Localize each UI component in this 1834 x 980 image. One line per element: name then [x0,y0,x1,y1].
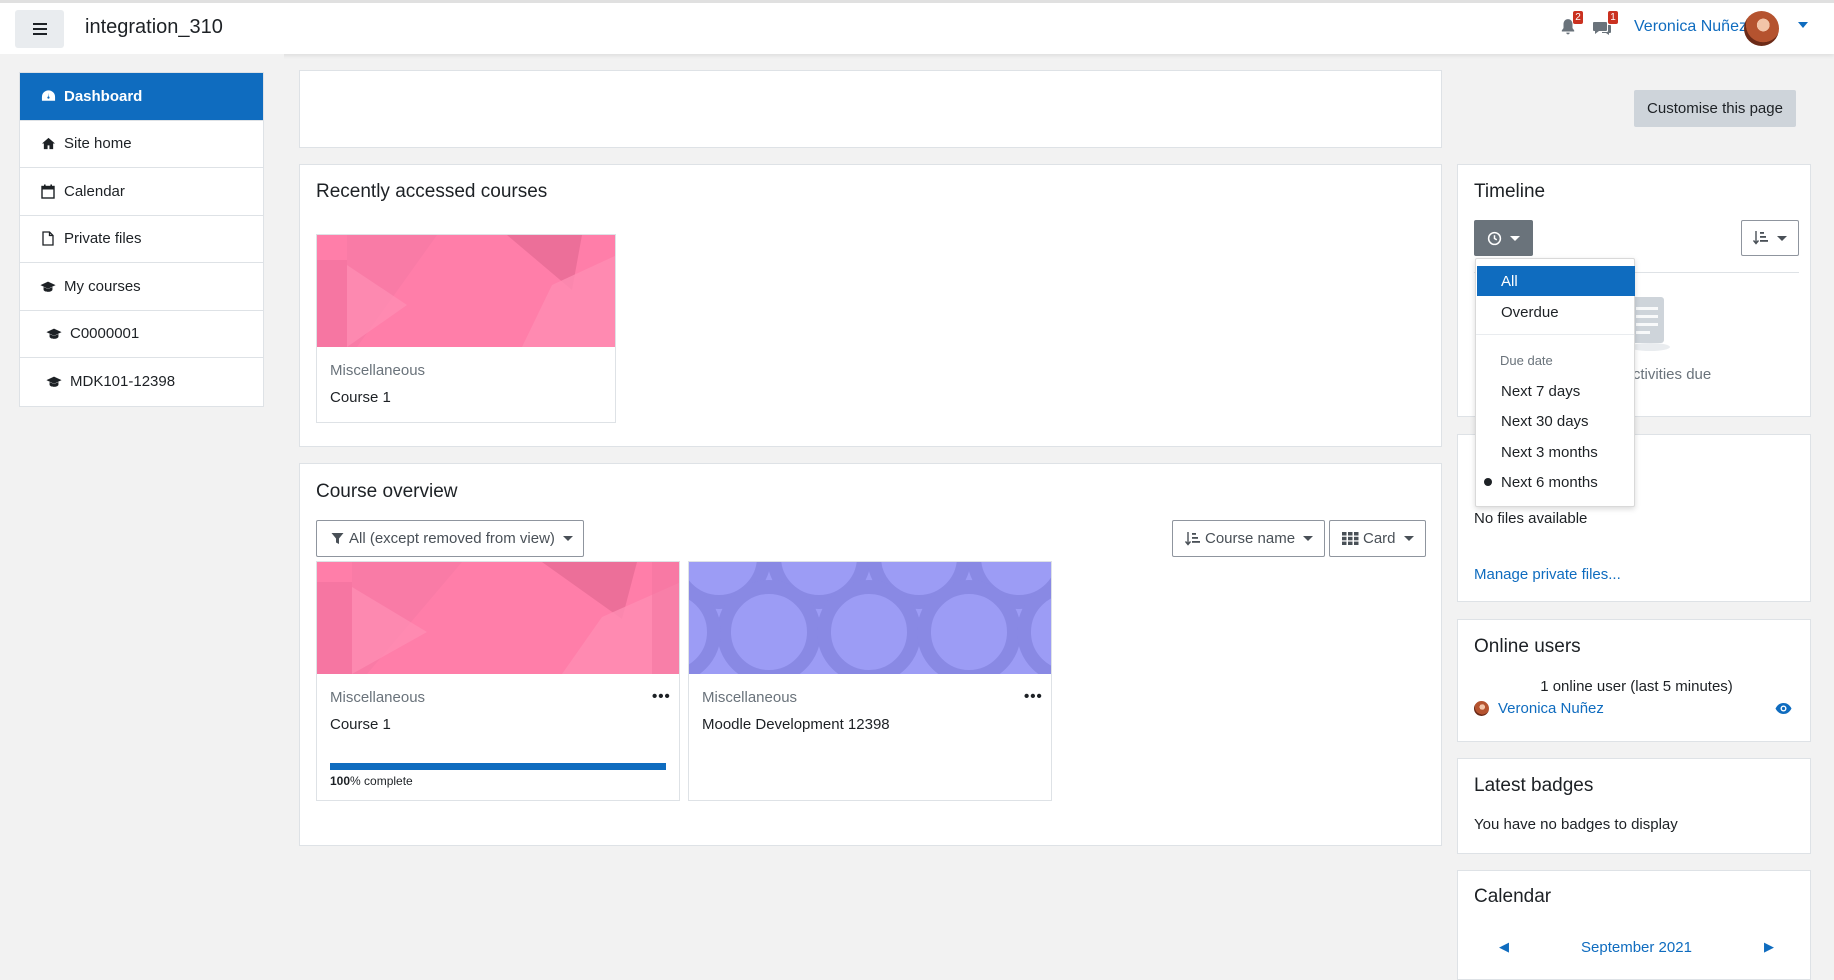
timeline-menu-header: Due date [1500,353,1553,368]
course-image[interactable] [689,562,1051,674]
timeline-filter-next-3-months[interactable]: Next 3 months [1477,437,1635,467]
badges-empty-text: You have no badges to display [1474,816,1678,833]
view-mode-label: Card [1363,530,1396,547]
user-menu-name[interactable]: Veronica Nuñez [1634,18,1747,36]
block-title: Latest badges [1474,775,1594,796]
nav-item-site-home[interactable]: Site home [20,121,263,168]
progress-bar-fill [330,763,666,770]
selected-dot-icon [1484,478,1492,486]
timeline-filter-next-6-months[interactable]: Next 6 months [1477,467,1635,497]
block-title: Recently accessed courses [316,181,548,202]
customise-page-button[interactable]: Customise this page [1634,90,1796,127]
nav-item-calendar[interactable]: Calendar [20,168,263,216]
nav-item-label: C0000001 [70,325,140,343]
messages-button[interactable]: 1 [1592,11,1618,38]
home-icon [40,137,56,150]
view-mode-dropdown[interactable]: Card [1329,520,1426,557]
block-title: Online users [1474,636,1581,657]
sort-icon [1185,531,1200,546]
notifications-button[interactable]: 2 [1557,11,1583,38]
site-name[interactable]: integration_310 [85,16,223,39]
clock-icon [1487,231,1502,245]
course-image[interactable] [317,235,615,347]
nav-item-my-courses[interactable]: My courses [20,263,263,311]
notifications-count-badge: 2 [1573,11,1583,24]
timeline-filter-menu: All Overdue Due date Next 7 days Next 30… [1475,258,1635,507]
course-card[interactable]: Miscellaneous ••• Moodle Development 123… [688,561,1052,801]
hamburger-icon [32,23,47,35]
more-actions-icon[interactable]: ••• [652,688,671,705]
progress-text: 100% complete [330,774,413,788]
timeline-filter-all[interactable]: All [1477,266,1635,296]
course-card[interactable]: Miscellaneous Course 1 [316,234,616,423]
timeline-filter-next-30-days[interactable]: Next 30 days [1477,406,1635,436]
graduation-cap-icon [46,375,62,388]
nav-drawer-toggle-button[interactable] [15,10,64,48]
graduation-cap-icon [40,280,56,293]
calendar-prev-month-icon[interactable]: ◀ [1499,939,1509,955]
sort-label: Course name [1205,530,1296,547]
calendar-next-month-icon[interactable]: ▶ [1764,939,1774,955]
filter-icon [331,533,344,544]
private-files-empty-text: No files available [1474,510,1588,527]
nav-item-label: Calendar [64,182,125,200]
messages-count-badge: 1 [1608,11,1618,24]
calendar-icon [40,184,56,199]
online-user-link[interactable]: Veronica Nuñez [1498,700,1604,717]
course-name-link[interactable]: Moodle Development 12398 [702,716,890,733]
course-category: Miscellaneous [330,362,426,379]
timeline-sort-button[interactable] [1741,220,1799,256]
sort-icon [1753,231,1768,245]
course-category: Miscellaneous [330,689,426,706]
nav-item-label: Site home [64,135,132,153]
calendar-month-label[interactable]: September 2021 [1581,939,1692,956]
nav-item-label: My courses [64,277,141,295]
course-card[interactable]: Miscellaneous ••• Course 1 100% complete [316,561,680,801]
menu-divider [1476,334,1634,335]
nav-item-label: Dashboard [64,87,143,105]
sort-dropdown[interactable]: Course name [1172,520,1325,557]
course-name-link[interactable]: Course 1 [330,716,391,733]
file-icon [40,231,56,246]
course-category: Miscellaneous [702,689,798,706]
nav-item-course-c0000001[interactable]: C0000001 [20,311,263,358]
course-name-link[interactable]: Course 1 [330,389,391,406]
graduation-cap-icon [46,327,62,340]
nav-item-private-files[interactable]: Private files [20,216,263,263]
avatar [1474,701,1489,716]
nav-drawer-list: Dashboard Site home Calendar Private fil… [19,72,264,407]
progress-bar [330,763,666,770]
block-title: Timeline [1474,181,1546,202]
latest-badges-block [1457,758,1811,854]
user-avatar[interactable] [1744,11,1779,46]
course-image[interactable] [317,562,679,674]
timeline-filter-next-7-days[interactable]: Next 7 days [1477,376,1635,406]
more-actions-icon[interactable]: ••• [1024,688,1043,705]
timeline-day-filter-button[interactable] [1474,220,1533,256]
progress-percent: 100 [330,774,351,788]
nav-item-course-mdk101[interactable]: MDK101-12398 [20,358,263,406]
user-menu-caret-icon[interactable] [1798,22,1808,28]
manage-private-files-link[interactable]: Manage private files... [1474,566,1621,583]
timeline-filter-overdue[interactable]: Overdue [1477,297,1635,327]
grouping-filter-dropdown[interactable]: All (except removed from view) [316,520,584,557]
nav-item-label: Private files [64,230,142,248]
online-users-summary: 1 online user (last 5 minutes) [1540,678,1733,695]
page-header-card [299,70,1442,148]
nav-item-dashboard[interactable]: Dashboard [20,73,263,121]
block-title: Calendar [1474,886,1552,907]
grouping-filter-label: All (except removed from view) [349,530,555,547]
eye-icon[interactable] [1775,702,1792,719]
block-title: Course overview [316,481,458,502]
grid-icon [1342,532,1359,545]
dashboard-icon [40,89,56,103]
nav-item-label: MDK101-12398 [70,373,176,391]
progress-suffix: % complete [350,774,413,788]
